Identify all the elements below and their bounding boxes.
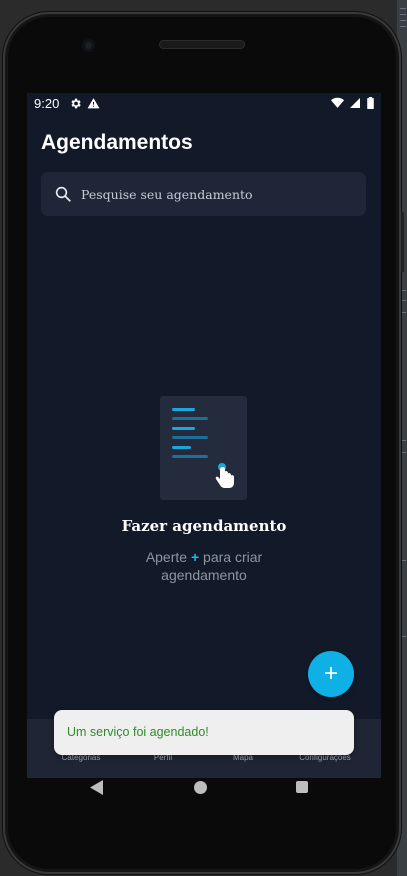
snackbar: Um serviço foi agendado! <box>54 710 354 755</box>
hint-text-line2: agendamento <box>161 567 247 583</box>
hint-plus-icon: + <box>190 549 200 565</box>
home-icon[interactable] <box>194 781 207 794</box>
back-icon[interactable] <box>90 780 103 795</box>
alert-icon <box>87 97 100 113</box>
document-tap-icon <box>160 396 247 500</box>
hint-text-after: para criar <box>203 549 263 565</box>
system-navigation-bar <box>24 766 378 810</box>
gear-icon <box>69 97 82 113</box>
signal-icon <box>350 98 361 108</box>
page-title: Agendamentos <box>41 131 193 154</box>
front-camera <box>82 39 95 52</box>
search-bar[interactable] <box>41 172 366 216</box>
empty-state-title: Fazer agendamento <box>121 517 287 535</box>
empty-state-hint: Aperte + para criar agendamento <box>27 548 381 584</box>
wifi-icon <box>330 97 344 108</box>
add-appointment-button[interactable]: + <box>308 651 354 697</box>
status-bar: 9:20 <box>27 93 381 115</box>
phone-frame: 9:20 Agendamentos Pesquise seu agendamen… <box>3 12 404 874</box>
status-time: 9:20 <box>34 96 60 111</box>
hint-text-before: Aperte <box>145 549 188 565</box>
status-icons-right <box>329 97 374 112</box>
search-input[interactable] <box>81 172 351 216</box>
earpiece-speaker <box>159 40 245 49</box>
volume-button <box>401 212 404 272</box>
battery-icon <box>367 97 374 109</box>
snackbar-message: Um serviço foi agendado! <box>67 725 209 739</box>
recents-icon[interactable] <box>296 781 308 793</box>
search-icon <box>54 185 72 208</box>
app-screen: 9:20 Agendamentos Pesquise seu agendamen… <box>27 93 381 778</box>
